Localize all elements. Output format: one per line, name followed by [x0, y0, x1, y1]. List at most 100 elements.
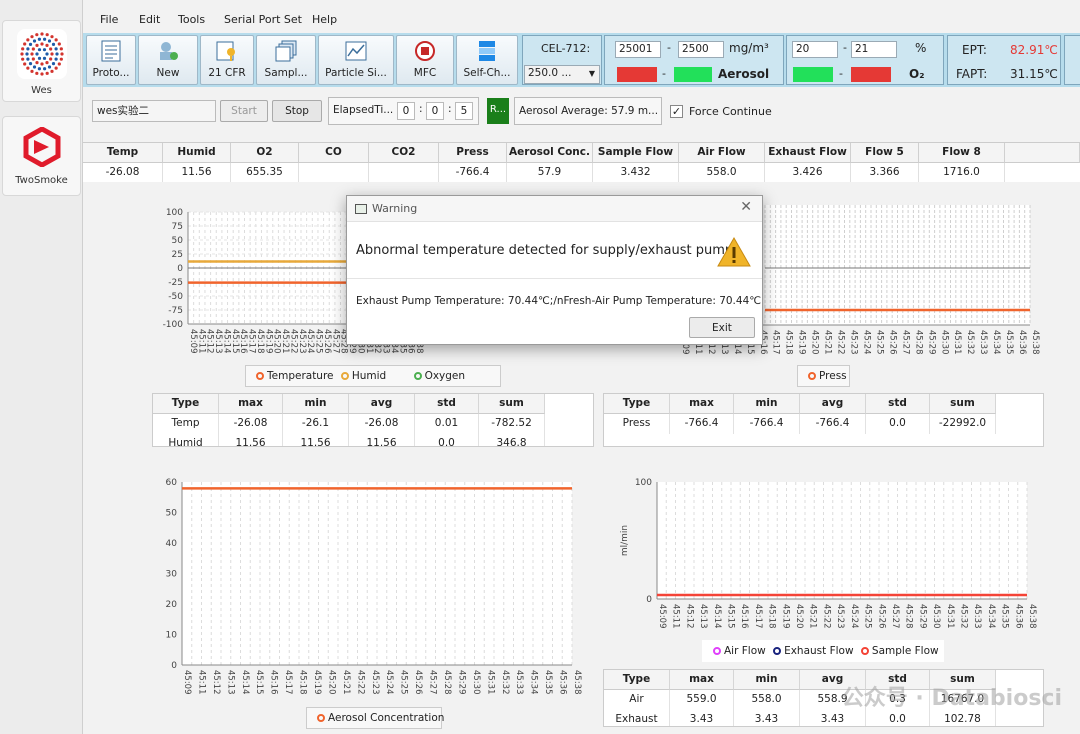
x-tick-label: 45:21 — [341, 670, 351, 695]
close-icon[interactable]: ✕ — [740, 199, 752, 215]
stats-header[interactable]: avg — [349, 394, 415, 414]
y-tick-label: -75 — [168, 306, 183, 316]
stats-header[interactable]: sum — [930, 394, 996, 414]
table-header[interactable]: Press — [439, 143, 507, 163]
table-header-filler — [1005, 143, 1080, 163]
stats-header[interactable]: sum — [479, 394, 545, 414]
stats-header[interactable]: max — [670, 394, 734, 414]
x-tick-label: 45:14 — [712, 604, 722, 629]
y-tick-label: -50 — [168, 292, 183, 302]
table-cell: 3.426 — [765, 163, 851, 182]
particle-size-button[interactable]: Particle Si... — [318, 35, 394, 85]
stats-header[interactable]: Type — [604, 394, 670, 414]
table-header[interactable]: CO2 — [369, 143, 439, 163]
elapsed-seconds[interactable]: 5 — [455, 102, 473, 120]
legend-temperature[interactable]: Temperature — [252, 370, 334, 382]
x-tick-label: 45:21 — [823, 330, 833, 355]
watermark: 公众号 · Databiosci — [841, 686, 1062, 711]
legend-air-flow[interactable]: Air Flow — [709, 645, 766, 657]
x-tick-label: 45:18 — [784, 330, 794, 355]
x-tick-label: 45:30 — [939, 330, 949, 355]
nav-item-wes[interactable]: Wes — [2, 20, 81, 102]
new-button[interactable]: New — [138, 35, 198, 85]
y-tick-label: 30 — [166, 570, 178, 580]
toolbar-overflow[interactable] — [1064, 35, 1080, 85]
dialog-title-bar: Warning ✕ — [347, 196, 762, 222]
table-header[interactable]: O2 — [231, 143, 299, 163]
range-dash: - — [662, 67, 666, 80]
experiment-name-input[interactable]: wes实验二 — [92, 100, 216, 122]
menu-help[interactable]: Help — [312, 13, 337, 26]
table-header[interactable]: Exhaust Flow — [765, 143, 851, 163]
y-axis-label: ml/min — [620, 525, 630, 556]
stats-cell: 559.0 — [670, 690, 734, 710]
legend-exhaust-flow[interactable]: Exhaust Flow — [769, 645, 854, 657]
elapsed-hours[interactable]: 0 — [397, 102, 415, 120]
x-tick-label: 45:32 — [958, 604, 968, 629]
oxygen-low-input[interactable]: 20 — [792, 41, 838, 58]
stats-header[interactable]: max — [219, 394, 283, 414]
x-tick-label: 45:28 — [913, 330, 923, 355]
x-tick-label: 45:27 — [428, 670, 438, 695]
elapsed-minutes[interactable]: 0 — [426, 102, 444, 120]
x-tick-label: 45:17 — [283, 670, 293, 695]
x-tick-label: 45:33 — [978, 330, 988, 355]
table-header[interactable]: Humid — [163, 143, 231, 163]
legend-humid[interactable]: Humid — [337, 370, 386, 382]
document-icon — [101, 40, 121, 62]
legend-press[interactable]: Press — [804, 370, 847, 382]
time-separator: : — [419, 103, 423, 115]
x-tick-label: 45:36 — [558, 670, 568, 695]
table-header[interactable]: CO — [299, 143, 369, 163]
legend-sample-flow[interactable]: Sample Flow — [857, 645, 939, 657]
stats-header[interactable]: avg — [800, 394, 866, 414]
aerosol-unit: mg/m³ — [729, 41, 769, 55]
nav-item-twosmoke[interactable]: TwoSmoke — [2, 116, 81, 196]
x-tick-label: 45:11 — [671, 604, 681, 629]
table-header[interactable]: Temp — [83, 143, 163, 163]
dialog-title: Warning — [372, 202, 418, 215]
aerosol-low-input[interactable]: 25001 — [615, 41, 661, 58]
cel-select[interactable]: 250.0 ... ▼ — [524, 65, 600, 84]
stats-header[interactable]: max — [670, 670, 734, 690]
table-header[interactable]: Flow 8 — [919, 143, 1005, 163]
exit-button[interactable]: Exit — [689, 317, 755, 338]
table-cell: 655.35 — [231, 163, 299, 182]
table-header[interactable]: Sample Flow — [593, 143, 679, 163]
menu-tools[interactable]: Tools — [178, 13, 205, 26]
run-indicator[interactable]: R... — [487, 98, 509, 124]
sample-button[interactable]: Sampl... — [256, 35, 316, 85]
stats-header[interactable]: Type — [153, 394, 219, 414]
protocol-button[interactable]: Proto... — [86, 35, 136, 85]
x-tick-label: 45:12 — [211, 670, 221, 695]
stats-header[interactable]: min — [734, 394, 800, 414]
table-header[interactable]: Air Flow — [679, 143, 765, 163]
aerosol-high-indicator — [674, 67, 712, 82]
x-tick-label: 45:22 — [821, 604, 831, 629]
stats-header[interactable]: min — [283, 394, 349, 414]
table-header[interactable]: Aerosol Conc. — [507, 143, 593, 163]
stats-header[interactable]: Type — [604, 670, 670, 690]
x-tick-label: 45:35 — [543, 670, 553, 695]
start-button[interactable]: Start — [220, 100, 268, 122]
x-tick-label: 45:24 — [384, 670, 394, 695]
force-continue-checkbox[interactable]: ✓ — [670, 105, 683, 118]
mfc-button[interactable]: MFC — [396, 35, 454, 85]
legend-oxygen[interactable]: Oxygen — [410, 370, 465, 382]
x-tick-label: 45:34 — [991, 330, 1001, 355]
aerosol-high-input[interactable]: 2500 — [678, 41, 724, 58]
legend-aerosol-concentration[interactable]: Aerosol Concentration — [313, 712, 444, 724]
stats-header[interactable]: std — [866, 394, 930, 414]
table-header[interactable]: Flow 5 — [851, 143, 919, 163]
stop-button[interactable]: Stop — [272, 100, 322, 122]
menu-edit[interactable]: Edit — [139, 13, 160, 26]
self-check-button[interactable]: Self-Ch... — [456, 35, 518, 85]
y-tick-label: -25 — [168, 278, 183, 288]
21cfr-button[interactable]: 21 CFR — [200, 35, 254, 85]
menu-file[interactable]: File — [100, 13, 118, 26]
oxygen-high-input[interactable]: 21 — [851, 41, 897, 58]
stats-header[interactable]: std — [415, 394, 479, 414]
menu-serial-port-set[interactable]: Serial Port Set — [224, 13, 302, 26]
stats-cell: 0.01 — [415, 414, 479, 434]
stats-header[interactable]: min — [734, 670, 800, 690]
